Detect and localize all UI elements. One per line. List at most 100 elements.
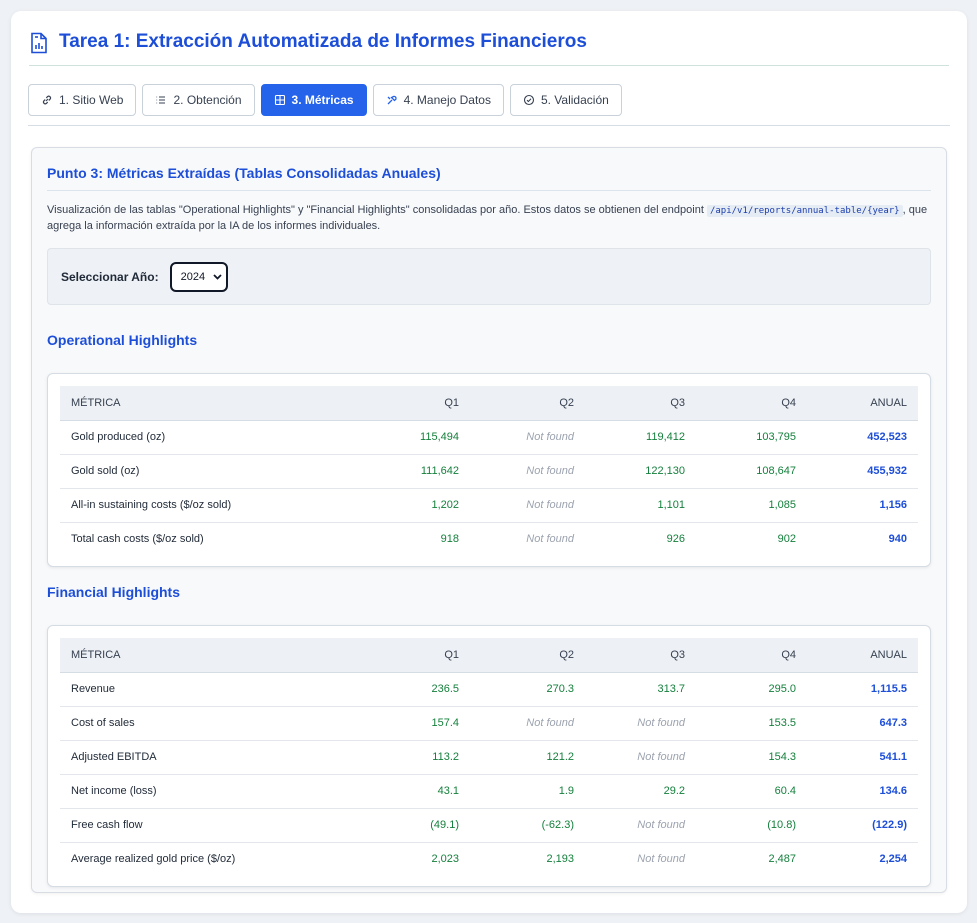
metrics-panel: Punto 3: Métricas Extraídas (Tablas Cons… [31,147,947,893]
metric-name-cell: Free cash flow [60,808,358,843]
quarter-value-cell: 157.4 [358,706,470,741]
quarter-value-cell: 2,487 [768,853,796,866]
chevron-down-icon [213,273,222,280]
table-row: Gold sold (oz) 111,642 Not found 122,130 108… [60,454,918,489]
col-header: Q4 [696,638,807,673]
annual-value-cell: 647.3 [807,706,918,741]
grid-icon [274,94,285,106]
link-icon [42,95,52,105]
quarter-value-cell: 270.3 [470,672,585,707]
tab-obtencion[interactable]: 2. Obtención [142,84,255,116]
quarter-value-cell: 29.2 [585,774,696,809]
tab-label: 3. Métricas [291,93,354,107]
quarter-value-cell: 295.0 [696,672,807,707]
page-header: Tarea 1: Extracción Automatizada de Info… [29,31,949,66]
annual-value-cell: 1,156 [807,488,918,523]
year-selector-box: Seleccionar Año: 2024 [47,248,931,305]
annual-value-cell: 2,254 [879,853,907,866]
table-row: Total cash costs ($/oz sold) 918 Not found… [60,522,918,556]
quarter-value-cell: 43.1 [358,774,470,809]
quarter-value-cell: 122,130 [585,454,696,489]
col-header: Q2 [470,638,585,673]
tab-manejo-datos[interactable]: 4. Manejo Datos [372,84,504,116]
tab-label: 1. Sitio Web [59,93,124,107]
quarter-value-cell: Not found [470,488,585,523]
table-header-row: MÉTRICA Q1 Q2 Q3 Q4 ANUAL [60,638,918,673]
main-card: Tarea 1: Extracción Automatizada de Info… [11,11,967,913]
quarter-value-cell: Not found [470,420,585,455]
quarter-value-cell: 926 [666,533,685,546]
annual-value-cell: 134.6 [807,774,918,809]
col-header: MÉTRICA [60,638,358,673]
financial-title: Financial Highlights [47,584,181,600]
quarter-value-cell: 902 [777,533,796,546]
quarter-value-cell: 2,023 [431,853,459,866]
table-row: Adjusted EBITDA 113.2 121.2 Not found 154.3 5… [60,740,918,775]
quarter-value-cell: 60.4 [696,774,807,809]
col-header: Q3 [585,386,696,421]
tools-icon [387,95,397,105]
quarter-value-cell: 918 [440,533,459,546]
col-header: Q1 [358,638,470,673]
quarter-value-cell: 1.9 [470,774,585,809]
financial-table: MÉTRICA Q1 Q2 Q3 Q4 ANUAL Revenue 236.5 27… [60,638,918,876]
col-header: ANUAL [807,638,918,673]
quarter-value-cell: 2,193 [546,853,574,866]
metric-name-cell: Average realized gold price ($/oz) [71,853,236,866]
quarter-value-cell: (-62.3) [470,808,585,843]
tab-sitio-web[interactable]: 1. Sitio Web [28,84,137,116]
tab-metricas[interactable]: 3. Métricas [260,84,367,116]
metric-name-cell: Adjusted EBITDA [60,740,358,775]
table-row: Free cash flow (49.1) (-62.3) Not found (10.… [60,808,918,843]
quarter-value-cell: 154.3 [696,740,807,775]
col-header: MÉTRICA [60,386,358,421]
quarter-value-cell: 1,202 [358,488,470,523]
quarter-value-cell: (10.8) [696,808,807,843]
metric-name-cell: Total cash costs ($/oz sold) [71,533,204,546]
tab-bar: 1. Sitio Web 2. Obtención 3. Métricas 4.… [28,84,950,126]
quarter-value-cell: 108,647 [696,454,807,489]
quarter-value-cell: 153.5 [696,706,807,741]
table-header-row: MÉTRICA Q1 Q2 Q3 Q4 ANUAL [60,386,918,421]
quarter-value-cell: 1,085 [696,488,807,523]
col-header: Q1 [358,386,470,421]
financial-table-card: MÉTRICA Q1 Q2 Q3 Q4 ANUAL Revenue 236.5 27… [47,625,931,887]
quarter-value-cell: Not found [470,454,585,489]
quarter-value-cell: (49.1) [358,808,470,843]
table-row: Cost of sales 157.4 Not found Not found 153.… [60,706,918,741]
page-title: Tarea 1: Extracción Automatizada de Info… [59,31,587,52]
year-label: Seleccionar Año: [61,269,159,284]
metric-name-cell: All-in sustaining costs ($/oz sold) [60,488,358,523]
quarter-value-cell: 119,412 [585,420,696,455]
quarter-value-cell: Not found [585,808,696,843]
metric-name-cell: Cost of sales [60,706,358,741]
metric-name-cell: Gold sold (oz) [60,454,358,489]
operational-table-card: MÉTRICA Q1 Q2 Q3 Q4 ANUAL Gold produced … [47,373,931,567]
quarter-value-cell: 313.7 [585,672,696,707]
panel-title: Punto 3: Métricas Extraídas (Tablas Cons… [47,165,931,191]
metric-name-cell: Net income (loss) [60,774,358,809]
quarter-value-cell: Not found [470,706,585,741]
check-circle-icon [523,94,535,106]
annual-value-cell: 541.1 [807,740,918,775]
quarter-value-cell: 115,494 [358,420,470,455]
table-row: Average realized gold price ($/oz) 2,023 2… [60,842,918,876]
year-value: 2024 [180,270,206,283]
annual-value-cell: (122.9) [807,808,918,843]
col-header: Q4 [696,386,807,421]
quarter-value-cell: Not found [585,706,696,741]
quarter-value-cell: 113.2 [358,740,470,775]
quarter-value-cell: 103,795 [696,420,807,455]
quarter-value-cell: 236.5 [358,672,470,707]
table-row: Revenue 236.5 270.3 313.7 295.0 1,115.5 [60,672,918,707]
operational-title: Operational Highlights [47,332,198,348]
quarter-value-cell: Not found [637,853,685,866]
tab-label: 4. Manejo Datos [403,93,491,107]
year-select[interactable]: 2024 [169,261,228,292]
tab-validacion[interactable]: 5. Validación [509,84,622,116]
description-text: Visualización de las tablas "Operational… [47,204,707,216]
quarter-value-cell: Not found [585,740,696,775]
quarter-value-cell: 1,101 [585,488,696,523]
col-header: ANUAL [807,386,918,421]
list-icon [156,96,166,104]
